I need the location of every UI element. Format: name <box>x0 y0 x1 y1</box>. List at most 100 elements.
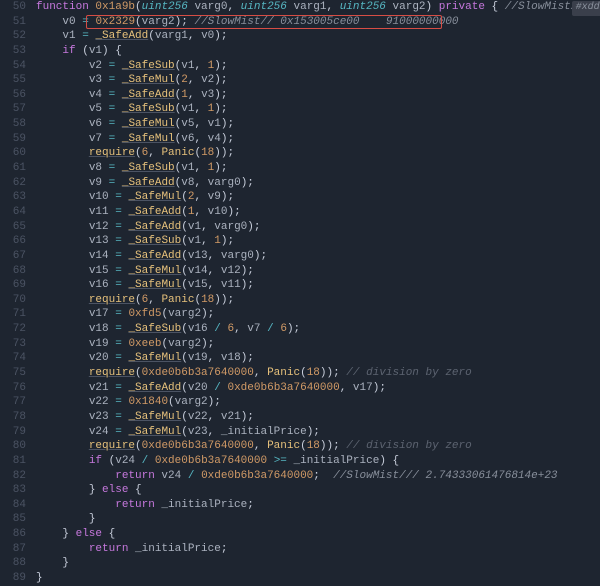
token-pn: ); <box>247 221 260 233</box>
token-pn: ) { <box>379 455 399 467</box>
code-line[interactable]: v17 = 0xfd5(varg2); <box>36 307 600 322</box>
token-pn: )); <box>320 440 346 452</box>
token-id: v1 <box>208 118 221 130</box>
code-line[interactable]: v0 = 0x2329(varg2); //SlowMist// 0x15300… <box>36 15 600 30</box>
code-line[interactable]: v19 = 0xeeb(varg2); <box>36 337 600 352</box>
token-id: v5 <box>181 118 194 130</box>
code-line[interactable]: v16 = _SafeMul(v15, v11); <box>36 278 600 293</box>
token-call: _SafeAdd <box>128 221 181 233</box>
code-line[interactable]: } <box>36 556 600 571</box>
token-pn: ( <box>181 323 188 335</box>
token-id: varg0 <box>221 250 254 262</box>
token-id: v16 <box>89 279 115 291</box>
code-line[interactable]: v18 = _SafeSub(v16 / 6, v7 / 6); <box>36 322 600 337</box>
line-number: 59 <box>0 132 26 147</box>
code-line[interactable]: v24 = _SafeMul(v23, _initialPrice); <box>36 425 600 440</box>
code-line[interactable]: v13 = _SafeSub(v1, 1); <box>36 234 600 249</box>
token-id <box>115 133 122 145</box>
token-id: v5 <box>89 103 109 115</box>
code-line[interactable]: v11 = _SafeAdd(1, v10); <box>36 205 600 220</box>
token-pn: ( <box>181 221 188 233</box>
token-pn: , <box>201 221 214 233</box>
token-id: v9 <box>208 191 221 203</box>
code-line[interactable]: require(0xde0b6b3a7640000, Panic(18)); /… <box>36 366 600 381</box>
token-id <box>115 89 122 101</box>
code-line[interactable]: return v24 / 0xde0b6b3a7640000; //SlowMi… <box>36 469 600 484</box>
code-line[interactable]: v21 = _SafeAdd(v20 / 0xde0b6b3a7640000, … <box>36 381 600 396</box>
line-number: 66 <box>0 234 26 249</box>
token-pn: , <box>194 133 207 145</box>
token-pn: ); <box>227 206 240 218</box>
code-line[interactable]: v6 = _SafeMul(v5, v1); <box>36 117 600 132</box>
code-line[interactable]: v23 = _SafeMul(v22, v21); <box>36 410 600 425</box>
token-num: 6 <box>280 323 287 335</box>
token-call2: Panic <box>161 294 194 306</box>
token-op: = <box>115 206 122 218</box>
token-call: _SafeMul <box>128 352 181 364</box>
code-line[interactable]: } else { <box>36 483 600 498</box>
code-line[interactable]: v3 = _SafeMul(2, v2); <box>36 73 600 88</box>
code-line[interactable]: v9 = _SafeAdd(v8, varg0); <box>36 176 600 191</box>
code-line[interactable]: v22 = 0x1840(varg2); <box>36 395 600 410</box>
token-call: _SafeMul <box>128 279 181 291</box>
token-pn: ); <box>175 16 188 28</box>
code-line[interactable]: v8 = _SafeSub(v1, 1); <box>36 161 600 176</box>
token-type: uint256 <box>142 1 188 13</box>
token-pn: ( <box>135 440 142 452</box>
token-id: v20 <box>188 382 214 394</box>
code-line[interactable]: v1 = _SafeAdd(varg1, v0); <box>36 29 600 44</box>
line-number: 78 <box>0 410 26 425</box>
token-kw: if <box>89 455 102 467</box>
code-line[interactable]: require(6, Panic(18)); <box>36 293 600 308</box>
token-op: >= <box>274 455 287 467</box>
token-pn: ( <box>148 30 155 42</box>
line-number: 54 <box>0 59 26 74</box>
line-number: 60 <box>0 146 26 161</box>
code-line[interactable]: return _initialPrice; <box>36 542 600 557</box>
token-pn: ( <box>135 16 142 28</box>
code-line[interactable]: return _initialPrice; <box>36 498 600 513</box>
code-line[interactable]: require(0xde0b6b3a7640000, Panic(18)); /… <box>36 439 600 454</box>
code-line[interactable]: require(6, Panic(18)); <box>36 146 600 161</box>
line-number: 76 <box>0 381 26 396</box>
code-area[interactable]: function 0x1a9b(uint256 varg0, uint256 v… <box>36 0 600 586</box>
code-line[interactable]: v2 = _SafeSub(v1, 1); <box>36 59 600 74</box>
token-pn: )); <box>214 294 234 306</box>
token-pn: ( <box>181 279 188 291</box>
code-line[interactable]: if (v24 / 0xde0b6b3a7640000 >= _initialP… <box>36 454 600 469</box>
code-line[interactable]: } <box>36 512 600 527</box>
line-number-gutter: 5051525354555657585960616263646566676869… <box>0 0 36 586</box>
token-pn: ) <box>426 1 439 13</box>
token-op: = <box>115 382 122 394</box>
token-call: _SafeAdd <box>122 177 175 189</box>
token-id: v17 <box>89 308 115 320</box>
token-pn: { <box>128 484 141 496</box>
token-kw: function <box>36 1 89 13</box>
token-pn: { <box>485 1 505 13</box>
token-id: v17 <box>353 382 373 394</box>
token-kw: if <box>62 45 75 57</box>
code-line[interactable]: v7 = _SafeMul(v6, v4); <box>36 132 600 147</box>
token-id: varg0 <box>188 1 228 13</box>
token-pn: ); <box>221 133 234 145</box>
code-line[interactable]: v15 = _SafeMul(v14, v12); <box>36 264 600 279</box>
code-line[interactable]: function 0x1a9b(uint256 varg0, uint256 v… <box>36 0 600 15</box>
token-call: _SafeAdd <box>122 89 175 101</box>
token-call: require <box>89 367 135 379</box>
token-id: v7 <box>247 323 267 335</box>
code-line[interactable]: v20 = _SafeMul(v19, v18); <box>36 351 600 366</box>
token-id: _initialPrice <box>221 426 307 438</box>
code-line[interactable]: v4 = _SafeAdd(1, v3); <box>36 88 600 103</box>
code-line[interactable]: v14 = _SafeAdd(v13, varg0); <box>36 249 600 264</box>
code-line[interactable]: } <box>36 571 600 586</box>
code-line[interactable]: v12 = _SafeAdd(v1, varg0); <box>36 220 600 235</box>
code-line[interactable]: v5 = _SafeSub(v1, 1); <box>36 102 600 117</box>
code-line[interactable]: } else { <box>36 527 600 542</box>
token-id <box>115 177 122 189</box>
token-pn: ( <box>135 367 142 379</box>
code-line[interactable]: v10 = _SafeMul(2, v9); <box>36 190 600 205</box>
code-line[interactable]: if (v1) { <box>36 44 600 59</box>
token-call: require <box>89 294 135 306</box>
token-id: v10 <box>208 206 228 218</box>
token-pn: , <box>234 323 247 335</box>
